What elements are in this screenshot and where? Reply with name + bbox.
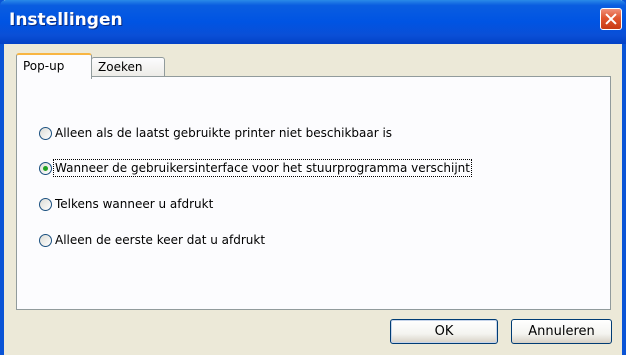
close-icon[interactable] <box>600 8 622 30</box>
option-label: Alleen de eerste keer dat u afdrukt <box>55 233 266 247</box>
option-every-print[interactable]: Telkens wanneer u afdrukt <box>39 195 213 213</box>
radio-button[interactable] <box>39 233 52 247</box>
radio-button-selected[interactable] <box>39 161 52 175</box>
option-label: Wanneer de gebruikersinterface voor het … <box>53 159 472 177</box>
radio-button[interactable] <box>39 197 52 211</box>
option-label: Telkens wanneer u afdrukt <box>55 197 214 211</box>
option-first-print[interactable]: Alleen de eerste keer dat u afdrukt <box>39 231 265 249</box>
option-ui-appears[interactable]: Wanneer de gebruikersinterface voor het … <box>39 159 472 177</box>
tab-popup[interactable]: Pop-up <box>16 53 92 79</box>
cancel-button[interactable]: Annuleren <box>511 319 612 344</box>
window-title: Instellingen <box>9 10 123 30</box>
tab-panel-popup: Alleen als de laatst gebruikte printer n… <box>16 76 611 310</box>
ok-button[interactable]: OK <box>390 319 498 344</box>
option-label: Alleen als de laatst gebruikte printer n… <box>55 126 393 140</box>
tab-zoeken[interactable]: Zoeken <box>91 57 165 77</box>
option-printer-unavailable[interactable]: Alleen als de laatst gebruikte printer n… <box>39 124 392 142</box>
title-bar[interactable]: Instellingen <box>0 0 626 44</box>
radio-button[interactable] <box>39 126 52 140</box>
